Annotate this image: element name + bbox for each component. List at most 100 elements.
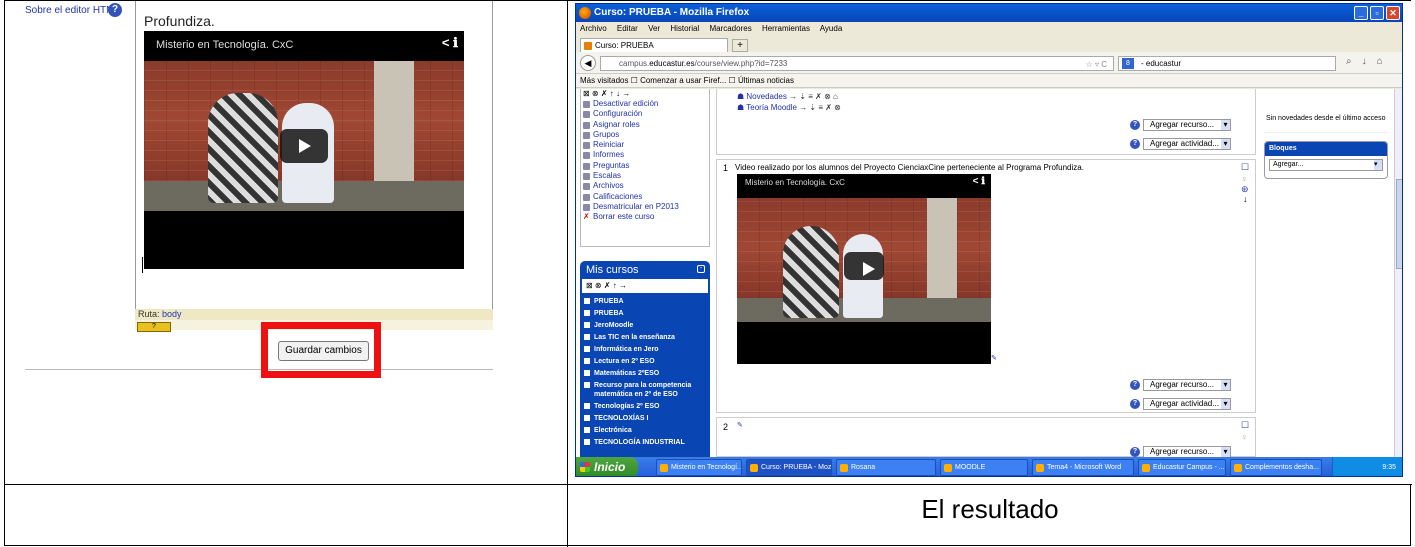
help-icon[interactable]: ? [108,3,122,17]
taskbar-item[interactable]: Complementos desha... [1230,459,1322,476]
course-item[interactable]: Tecnologías 2º ESO [580,402,710,411]
admin-item[interactable]: Configuración [581,109,709,119]
url-bar[interactable]: campus.educastur.es/course/view.php?id=7… [600,56,1114,71]
bookmark-reload-icons[interactable]: ☆ ▿ C [1086,58,1107,71]
admin-item[interactable]: Escalas [581,171,709,181]
help-icon[interactable]: ? [1130,399,1140,409]
admin-item[interactable]: Calificaciones [581,192,709,202]
admin-item[interactable]: Borrar este curso [581,212,709,222]
highlight-icon[interactable]: ☐ [1241,420,1249,431]
search-box[interactable]: 8 - educastur [1118,56,1336,71]
admin-item[interactable]: Grupos [581,130,709,140]
menu-ayuda[interactable]: Ayuda [820,24,843,33]
course-item[interactable]: Lectura en 2º ESO [580,357,710,366]
course-item[interactable]: TECNOLOGÍA INDUSTRIAL [580,438,710,447]
editor-toggle-icon[interactable]: ? [137,322,171,332]
add-activity-select[interactable]: Agregar actividad... [1143,398,1231,410]
menu-archivo[interactable]: Archivo [580,24,607,33]
admin-item[interactable]: Desmatricular en P2013 [581,202,709,212]
edit-summary-icon[interactable]: ✎ [737,421,743,429]
nav-icons[interactable]: ⌕↓⌂ [1346,56,1393,67]
add-resource-select[interactable]: Agregar recurso... [1143,379,1231,391]
tab-curso[interactable]: Curso: PRUEBA [580,38,728,52]
taskbar-item[interactable]: Educastur Campus - ... [1138,459,1226,476]
share-info-icon[interactable]: < ℹ [973,176,985,187]
my-courses-toolbar[interactable]: ⊠ ⊗ ✗ ↑ → [582,279,708,293]
back-icon[interactable]: ◀ [580,55,596,71]
course-item[interactable]: Electrónica [580,426,710,435]
help-icon[interactable]: ? [1130,139,1140,149]
scroll-thumb[interactable] [1396,179,1402,269]
help-icon[interactable]: ? [1130,120,1140,130]
edit-summary-icon[interactable]: ✎ [991,354,997,362]
menu-editar[interactable]: Editar [617,24,638,33]
section-0: ☗ Novedades → ⇣ ≡ ✗ ⊗ ⌂ ☗ Teoría Moodle … [716,89,1256,155]
admin-item[interactable]: Asignar roles [581,120,709,130]
course-item[interactable]: Las TIC en la enseñanza [580,333,710,342]
taskbar-item[interactable]: Tema4 - Microsoft Word [1032,459,1134,476]
course-item[interactable]: Matemáticas 2ºESO [580,369,710,378]
admin-item[interactable]: Desactivar edición [581,99,709,109]
edit-icons[interactable]: → ⇣ ≡ ✗ ⊗ ⌂ [789,92,838,101]
right-screenshot: Curso: PRUEBA - Mozilla Firefox _ ▫ ✕ Ar… [568,1,1412,484]
html-editor[interactable]: Profundiza. Misterio en Tecnología. CxC … [135,1,493,309]
minimize-icon[interactable]: _ [1354,6,1368,20]
admin-item[interactable]: Preguntas [581,161,709,171]
embedded-video[interactable]: Misterio en Tecnología. CxC < ℹ [144,31,464,269]
menu-herramientas[interactable]: Herramientas [762,24,810,33]
recent-activity-text: Sin novedades desde el último acceso [1264,89,1388,133]
collapse-icon[interactable]: - [697,265,705,273]
menu-ver[interactable]: Ver [648,24,660,33]
help-icon[interactable]: ? [1130,380,1140,390]
taskbar-item[interactable]: Curso: PRUEBA - Moz... [746,459,832,476]
add-activity-select[interactable]: Agregar actividad... [1143,138,1231,150]
taskbar-item[interactable]: MOODLE [940,459,1028,476]
lightbulb-icon[interactable]: ♀ [1241,432,1248,442]
admin-item[interactable]: Reiniciar [581,140,709,150]
menu-historial[interactable]: Historial [670,24,699,33]
about-editor-link[interactable]: Sobre el editor HTML [25,5,120,16]
vertical-scrollbar[interactable] [1394,89,1402,457]
admin-item[interactable]: Informes [581,150,709,160]
course-item[interactable]: Informática en Jero [580,345,710,354]
add-resource-select[interactable]: Agregar recurso... [1143,446,1231,457]
menu-marcadores[interactable]: Marcadores [709,24,751,33]
url-path: /course/view.php?id=7233 [694,59,788,68]
maximize-icon[interactable]: ▫ [1370,6,1384,20]
move-down-icon[interactable]: ↓ [1243,194,1248,204]
lightbulb-icon[interactable]: ♀ [1241,174,1248,184]
admin-item[interactable]: Archivos [581,181,709,191]
admin-toolbar[interactable]: ⊠ ⊗ ✗ ↑ ↓ → [581,89,709,99]
tab-label: Curso: PRUEBA [595,41,654,50]
share-info-icon[interactable]: < ℹ [442,35,458,51]
new-tab-button[interactable]: + [732,39,748,52]
clock: 9:35 [1382,464,1396,471]
video-person [208,93,278,203]
course-item[interactable]: PRUEBA [580,297,710,306]
my-courses-header: - Mis cursos [580,261,710,279]
add-block-select[interactable]: Agregar... [1269,159,1383,171]
taskbar-item[interactable]: Rosana [836,459,936,476]
edit-icons[interactable]: → ⇣ ≡ ✗ ⊗ [799,103,841,112]
novedades-link[interactable]: Novedades [746,92,786,101]
course-item[interactable]: JeroMoodle [580,321,710,330]
resource-icon: ☗ [737,103,747,112]
close-icon[interactable]: ✕ [1386,6,1400,20]
path-value[interactable]: body [162,309,182,319]
admin-block: ⊠ ⊗ ✗ ↑ ↓ → Desactivar edición Configura… [580,89,710,247]
course-item[interactable]: Recurso para la competencia matemática e… [580,381,710,399]
save-changes-button[interactable]: Guardar cambios [278,341,369,361]
highlight-icon[interactable]: ☐ [1241,162,1249,173]
teoria-link[interactable]: Teoría Moodle [746,103,797,112]
play-icon[interactable] [844,252,884,280]
taskbar-item[interactable]: Misterio en Tecnologí... [656,459,742,476]
start-button[interactable]: Inicio [576,457,638,476]
add-resource-select[interactable]: Agregar recurso... [1143,119,1231,131]
bookmarks-toolbar[interactable]: Más visitados ☐ Comenzar a usar Firef...… [576,74,1402,88]
course-item[interactable]: PRUEBA [580,309,710,318]
embedded-video[interactable]: Misterio en Tecnología. CxC < ℹ [737,174,991,364]
course-item[interactable]: TECNOLOXÍAS I [580,414,710,423]
help-icon[interactable]: ? [1130,447,1140,457]
play-icon[interactable] [280,129,328,163]
search-engine-icon[interactable]: 8 [1122,58,1134,69]
